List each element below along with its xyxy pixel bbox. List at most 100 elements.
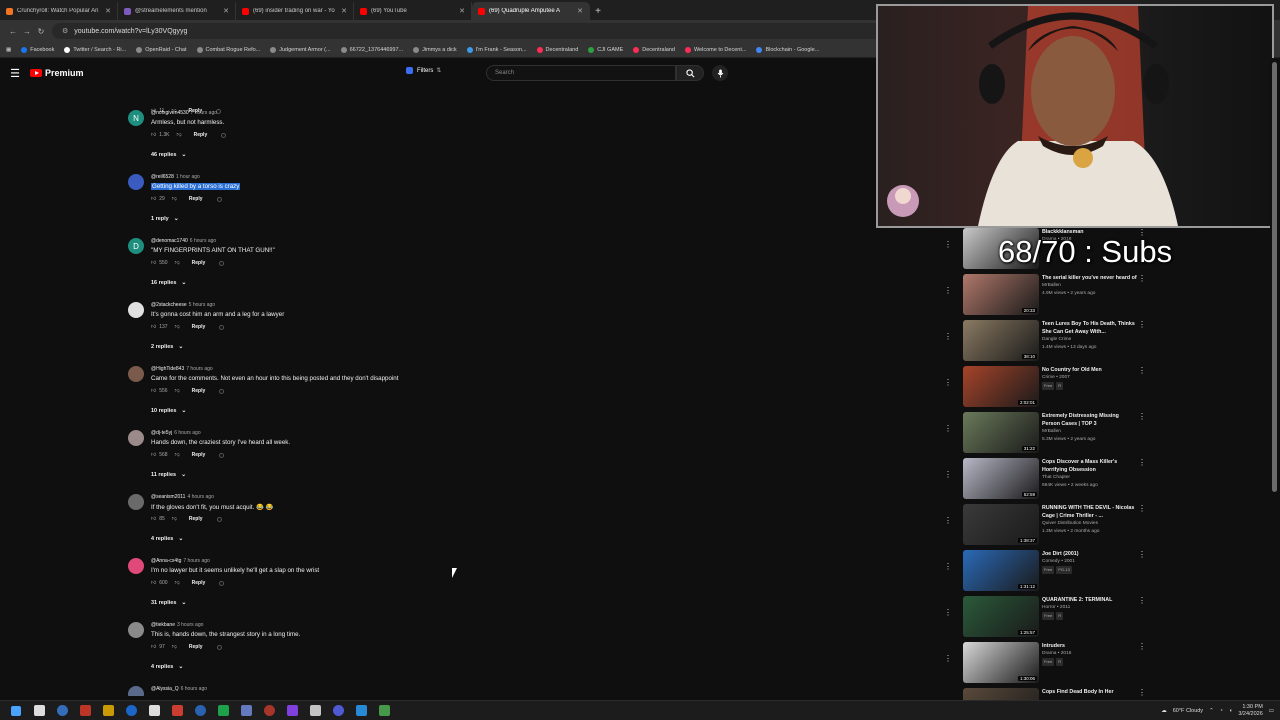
more-options-icon[interactable]: ⋮ bbox=[944, 240, 952, 249]
thumbs-down-icon[interactable]: 👎︎ bbox=[172, 644, 177, 650]
thumbs-down-icon[interactable]: 👎︎ bbox=[172, 196, 177, 202]
site-info-icon[interactable]: ⚙ bbox=[62, 27, 68, 35]
recommended-video[interactable]: ⋮ 1:30:06 Intruders Drama • 2016 Free R ⋮ bbox=[940, 642, 1280, 688]
comment-author[interactable]: @Alyssia_Q bbox=[151, 686, 179, 692]
more-options-icon[interactable]: ⋮ bbox=[1138, 412, 1146, 421]
more-options-icon[interactable]: ⋮ bbox=[944, 378, 952, 387]
taskbar-app-icon[interactable] bbox=[192, 703, 208, 719]
tab-close-icon[interactable]: ✕ bbox=[223, 7, 229, 15]
comment-author[interactable]: @HighTide843 bbox=[151, 366, 184, 372]
browser-tab[interactable]: @streamelements mention ✕ bbox=[118, 2, 236, 20]
bookmark-item[interactable]: Decentraland bbox=[536, 46, 578, 53]
taskbar-app-icon[interactable] bbox=[307, 703, 323, 719]
video-channel[interactable]: Comedy • 2001 bbox=[1042, 558, 1137, 566]
browser-tab[interactable]: (69) YouTube ✕ bbox=[354, 2, 472, 20]
taskbar-app-icon[interactable] bbox=[54, 703, 70, 719]
volume-icon[interactable]: ◖ bbox=[1229, 708, 1232, 714]
video-channel[interactable]: Dangle Crime bbox=[1042, 336, 1137, 344]
thumbs-up-icon[interactable]: 👍︎ bbox=[151, 324, 156, 330]
video-title[interactable]: Teen Lures Boy To His Death, Thinks She … bbox=[1042, 320, 1137, 336]
search-input[interactable]: Search bbox=[486, 65, 676, 81]
bookmark-item[interactable]: Welcome to Decent... bbox=[684, 46, 746, 53]
more-options-icon[interactable]: ⋮ bbox=[944, 608, 952, 617]
more-options-icon[interactable]: ⋮ bbox=[944, 654, 952, 663]
thumbs-up-icon[interactable]: 👍︎ bbox=[151, 580, 156, 586]
bookmark-item[interactable]: I'm Frank - Season... bbox=[466, 46, 527, 53]
more-options-icon[interactable]: ⋮ bbox=[944, 470, 952, 479]
bookmark-item[interactable]: Decentraland bbox=[633, 46, 675, 53]
more-options-icon[interactable]: ⋮ bbox=[1138, 596, 1146, 605]
video-channel[interactable]: Quiver Distribution Movies bbox=[1042, 520, 1137, 528]
comment-time[interactable]: 1 hour ago bbox=[176, 174, 200, 180]
video-title[interactable]: RUNNING WITH THE DEVIL - Nicolas Cage | … bbox=[1042, 504, 1137, 520]
comment-author[interactable]: @dj-te5yj bbox=[151, 430, 172, 436]
view-replies-button[interactable]: 11 replies ⌄ bbox=[151, 471, 186, 478]
bookmark-item[interactable]: CJI GAME bbox=[588, 46, 623, 53]
weather-text[interactable]: 60°F Cloudy bbox=[1173, 708, 1203, 714]
commenter-avatar[interactable]: N bbox=[128, 110, 144, 126]
comment-author[interactable]: @2stackcheese bbox=[151, 302, 187, 308]
tab-close-icon[interactable]: ✕ bbox=[105, 7, 111, 15]
bookmark-item[interactable]: Facebook bbox=[21, 46, 54, 53]
video-thumbnail[interactable] bbox=[963, 688, 1039, 700]
comment-author[interactable]: @tiekbane bbox=[151, 622, 175, 628]
thumbs-up-icon[interactable]: 👍︎ bbox=[151, 388, 156, 394]
network-icon[interactable]: ◔ bbox=[1220, 708, 1223, 714]
more-options-icon[interactable]: ⋮ bbox=[944, 516, 952, 525]
bookmark-item[interactable]: Combat Rogue Refo... bbox=[196, 46, 260, 53]
more-options-icon[interactable]: ⋮ bbox=[1138, 504, 1146, 513]
new-tab-icon[interactable]: + bbox=[590, 2, 606, 20]
more-options-icon[interactable]: ⋮ bbox=[1138, 274, 1146, 283]
start-icon[interactable] bbox=[8, 703, 24, 719]
comment-time[interactable]: 5 hours ago bbox=[189, 302, 215, 308]
taskbar-app-icon[interactable] bbox=[330, 703, 346, 719]
video-title[interactable]: Intruders bbox=[1042, 642, 1137, 650]
more-options-icon[interactable]: ⋮ bbox=[944, 562, 952, 571]
video-thumbnail[interactable]: 1:31:12 bbox=[963, 550, 1039, 591]
apps-grid-icon[interactable]: ▦ bbox=[6, 47, 11, 53]
weather-icon[interactable]: ☁ bbox=[1161, 708, 1167, 714]
video-channel[interactable]: Crime • 2007 bbox=[1042, 374, 1137, 382]
video-channel[interactable]: MrBallen bbox=[1042, 282, 1137, 290]
recommended-video[interactable]: ⋮Cops Find Dead Body In Her⋮ bbox=[940, 688, 1280, 700]
thumbs-down-icon[interactable]: 👎︎ bbox=[175, 388, 180, 394]
recommended-video[interactable]: ⋮ 1:25:57 QUARANTINE 2: TERMINAL Horror • 2… bbox=[940, 596, 1280, 642]
recommended-video[interactable]: ⋮ 31:22 Extremely Distressing Missing Pers… bbox=[940, 412, 1280, 458]
browser-tab[interactable]: (69) Quadruple Amputee A ✕ bbox=[472, 2, 590, 20]
reply-button[interactable]: Reply bbox=[189, 516, 203, 522]
more-options-icon[interactable]: ⋮ bbox=[1138, 320, 1146, 329]
video-thumbnail[interactable]: 2:02:01 bbox=[963, 366, 1039, 407]
thumbs-up-icon[interactable]: 👍︎ bbox=[151, 196, 156, 202]
thumbs-up-icon[interactable]: 👍︎ bbox=[151, 516, 156, 522]
video-title[interactable]: Extremely Distressing Missing Person Cas… bbox=[1042, 412, 1137, 428]
view-replies-button[interactable]: 16 replies ⌄ bbox=[151, 279, 186, 286]
comment-author[interactable]: @Anna-cx4tg bbox=[151, 558, 181, 564]
tab-close-icon[interactable]: ✕ bbox=[577, 7, 583, 15]
taskbar-app-icon[interactable] bbox=[261, 703, 277, 719]
browser-tab[interactable]: Crunchyroll: Watch Popular An ✕ bbox=[0, 2, 118, 20]
thumbs-up-icon[interactable]: 👍︎ bbox=[151, 132, 156, 138]
reply-button[interactable]: Reply bbox=[194, 132, 208, 138]
thumbs-up-icon[interactable]: 👍︎ bbox=[151, 452, 156, 458]
video-title[interactable]: Cops Find Dead Body In Her bbox=[1042, 688, 1137, 696]
commenter-avatar[interactable] bbox=[128, 686, 144, 696]
reply-button[interactable]: Reply bbox=[192, 580, 206, 586]
scrollbar-thumb[interactable] bbox=[1272, 62, 1277, 492]
bookmark-item[interactable]: Judgement Armor (... bbox=[270, 46, 331, 53]
clock[interactable]: 1:30 PM 3/24/2026 bbox=[1238, 704, 1262, 718]
video-thumbnail[interactable]: 52:59 bbox=[963, 458, 1039, 499]
more-options-icon[interactable]: ⋮ bbox=[1138, 458, 1146, 467]
bookmark-item[interactable]: OpenRaid - Chat bbox=[136, 46, 187, 53]
taskbar-app-icon[interactable] bbox=[123, 703, 139, 719]
chevron-up-icon[interactable]: ⌃ bbox=[1209, 708, 1214, 714]
video-thumbnail[interactable]: 1:25:57 bbox=[963, 596, 1039, 637]
more-options-icon[interactable]: ⋮ bbox=[1138, 688, 1146, 697]
notification-icon[interactable]: ▭ bbox=[1269, 708, 1274, 714]
video-thumbnail[interactable]: 38:10 bbox=[963, 320, 1039, 361]
reply-button[interactable]: Reply bbox=[189, 196, 203, 202]
comment-time[interactable]: 7 hours ago bbox=[186, 366, 212, 372]
recommended-video[interactable]: ⋮ 1:38:37 RUNNING WITH THE DEVIL - Nicolas… bbox=[940, 504, 1280, 550]
thumbs-down-icon[interactable]: 👎︎ bbox=[175, 452, 180, 458]
recommended-video[interactable]: ⋮ 38:10 Teen Lures Boy To His Death, Think… bbox=[940, 320, 1280, 366]
commenter-avatar[interactable] bbox=[128, 366, 144, 382]
